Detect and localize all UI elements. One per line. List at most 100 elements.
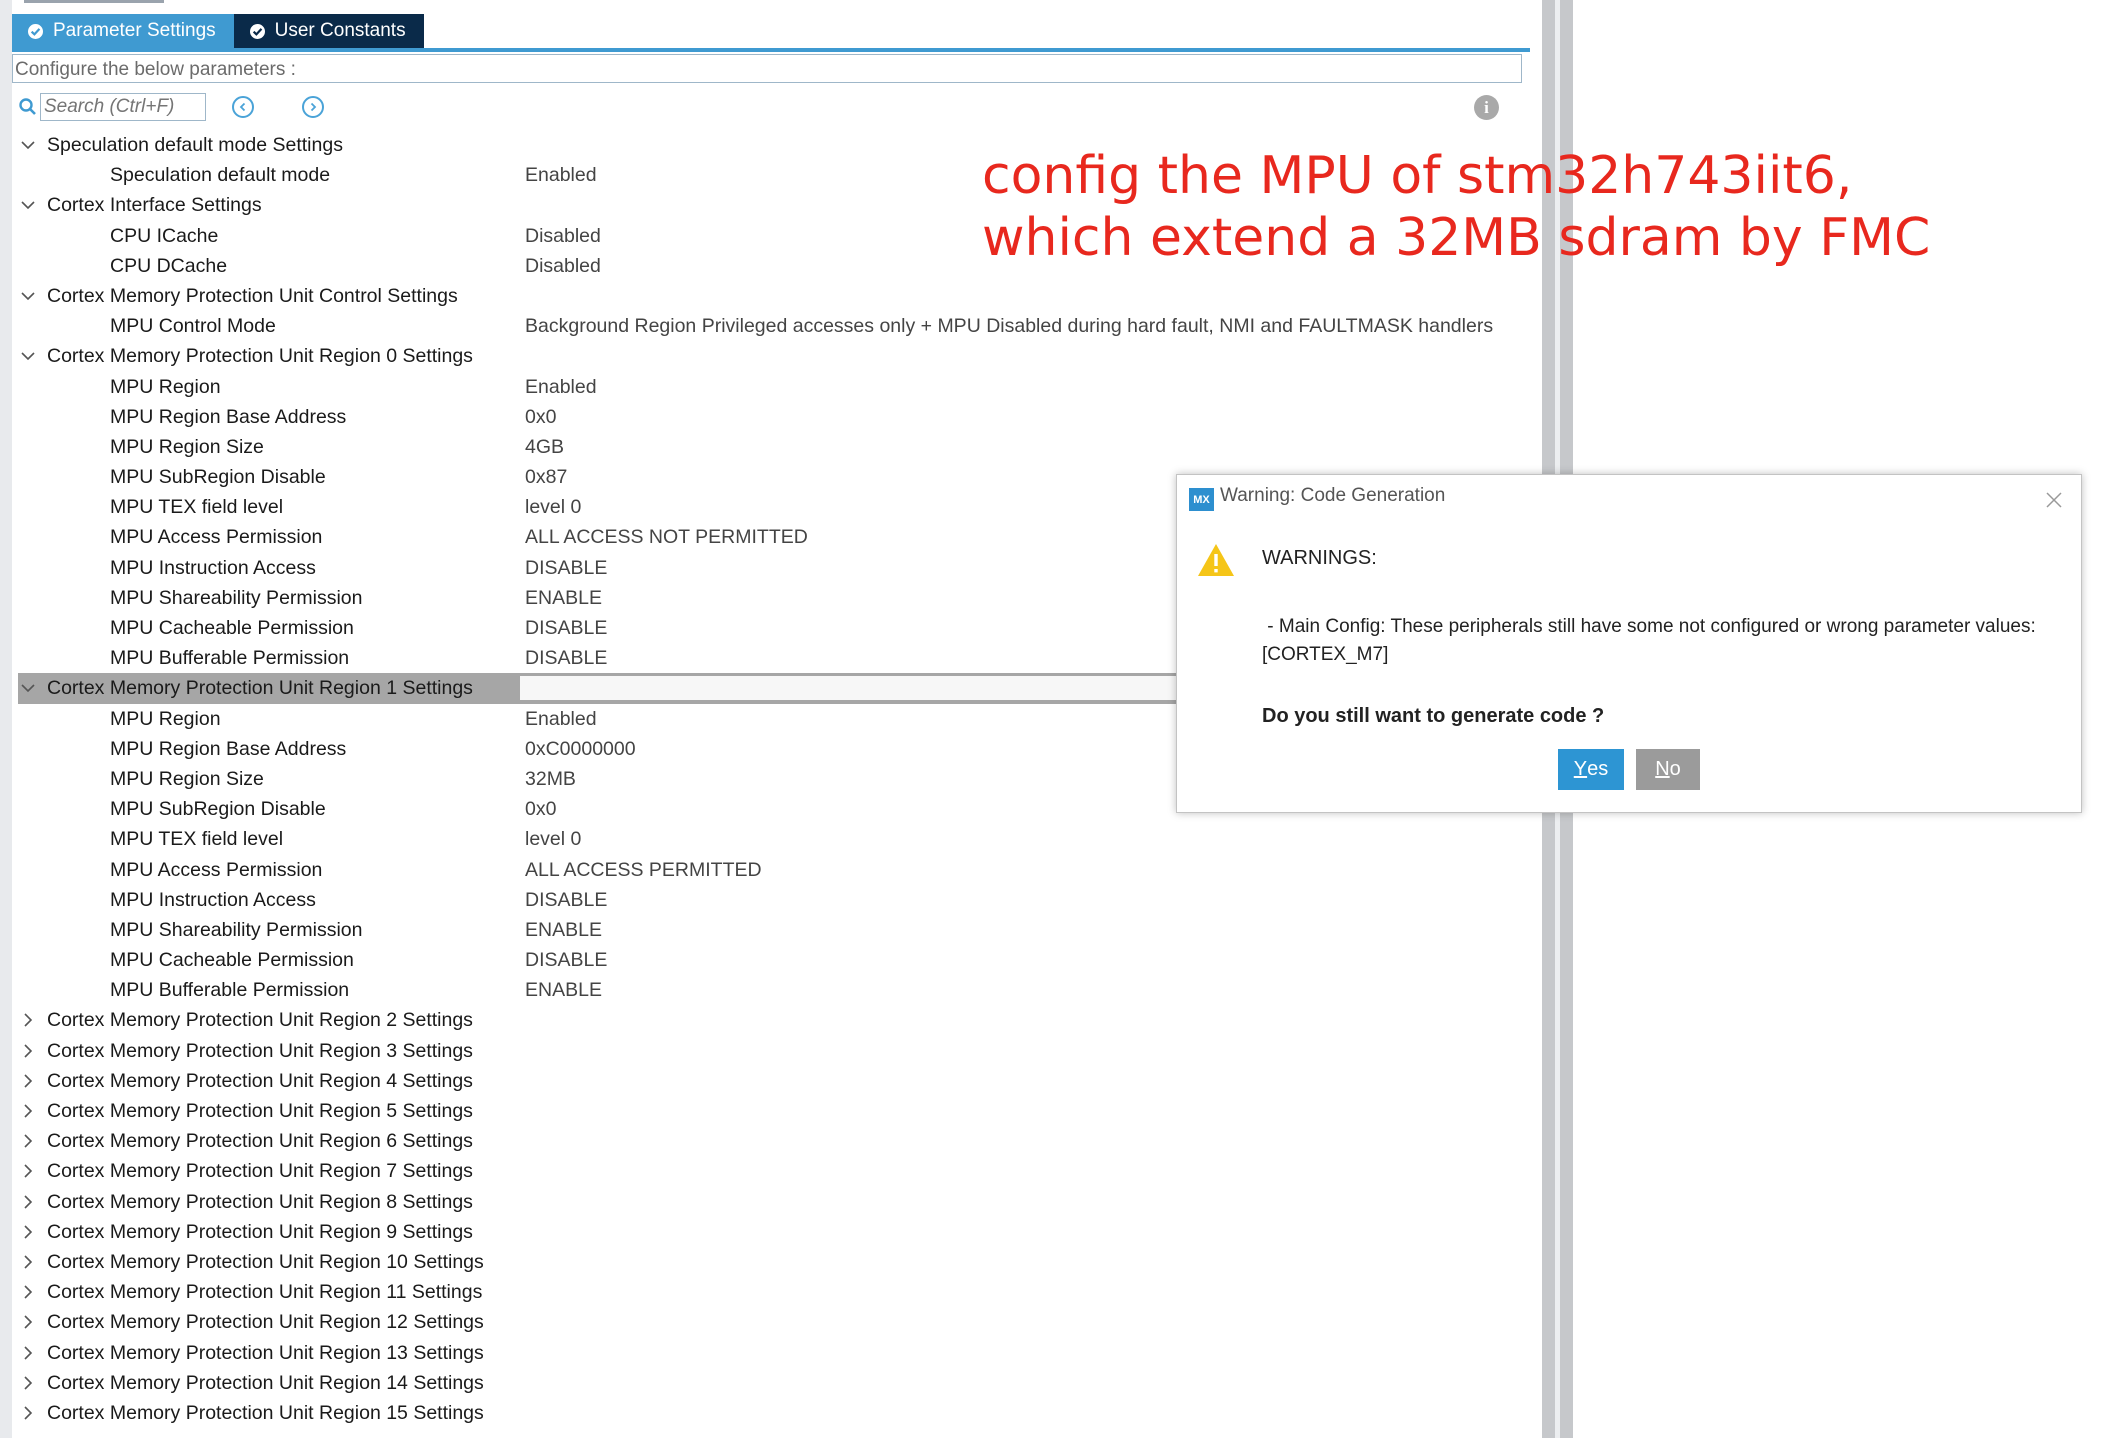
tree-group-mpu-region-11[interactable]: Cortex Memory Protection Unit Region 11 … bbox=[18, 1277, 1538, 1307]
chevron-right-icon[interactable] bbox=[20, 1194, 36, 1210]
tree-group-mpu-region-0[interactable]: Cortex Memory Protection Unit Region 0 S… bbox=[18, 341, 1538, 371]
tree-group-mpu-region-3[interactable]: Cortex Memory Protection Unit Region 3 S… bbox=[18, 1036, 1538, 1066]
param-value[interactable]: Disabled bbox=[525, 221, 601, 251]
chevron-right-icon[interactable] bbox=[20, 1224, 36, 1240]
chevron-down-icon[interactable] bbox=[20, 137, 36, 153]
param-value[interactable]: 4GB bbox=[525, 432, 564, 462]
tree-group-mpu-region-12[interactable]: Cortex Memory Protection Unit Region 12 … bbox=[18, 1307, 1538, 1337]
group-label: Cortex Memory Protection Unit Region 1 S… bbox=[47, 677, 473, 700]
param-label: MPU Instruction Access bbox=[110, 556, 316, 579]
tree-group-mpu-region-2[interactable]: Cortex Memory Protection Unit Region 2 S… bbox=[18, 1005, 1538, 1035]
chevron-right-icon[interactable] bbox=[20, 1163, 36, 1179]
param-row[interactable]: MPU Access Permission ALL ACCESS PERMITTE… bbox=[18, 855, 1538, 885]
group-label: Cortex Memory Protection Unit Region 7 S… bbox=[47, 1160, 473, 1183]
close-icon[interactable] bbox=[2044, 490, 2064, 510]
warning-icon bbox=[1197, 543, 1235, 577]
search-row bbox=[18, 92, 324, 122]
param-value[interactable]: Enabled bbox=[525, 704, 597, 734]
tree-group-mpu-region-10[interactable]: Cortex Memory Protection Unit Region 10 … bbox=[18, 1247, 1538, 1277]
tab-underline bbox=[12, 48, 1530, 52]
no-button[interactable]: No bbox=[1636, 749, 1700, 790]
chevron-right-icon[interactable] bbox=[20, 1345, 36, 1361]
param-value[interactable]: 0x0 bbox=[525, 402, 556, 432]
param-value[interactable]: level 0 bbox=[525, 492, 581, 522]
chevron-right-icon bbox=[310, 102, 317, 112]
tree-group-mpu-region-6[interactable]: Cortex Memory Protection Unit Region 6 S… bbox=[18, 1126, 1538, 1156]
chevron-right-icon[interactable] bbox=[20, 1012, 36, 1028]
chevron-right-icon[interactable] bbox=[20, 1103, 36, 1119]
chevron-down-icon[interactable] bbox=[20, 197, 36, 213]
param-row[interactable]: MPU Control Mode Background Region Privi… bbox=[18, 311, 1538, 341]
param-row[interactable]: MPU TEX field level level 0 bbox=[18, 824, 1538, 854]
param-value[interactable]: 0x0 bbox=[525, 794, 556, 824]
param-row[interactable]: MPU Shareability Permission ENABLE bbox=[18, 915, 1538, 945]
param-value[interactable]: 0xC0000000 bbox=[525, 734, 636, 764]
chevron-right-icon[interactable] bbox=[20, 1133, 36, 1149]
tree-group-mpu-region-8[interactable]: Cortex Memory Protection Unit Region 8 S… bbox=[18, 1187, 1538, 1217]
param-label: MPU Region Base Address bbox=[110, 405, 347, 428]
param-row[interactable]: MPU Instruction Access DISABLE bbox=[18, 885, 1538, 915]
chevron-right-icon[interactable] bbox=[20, 1314, 36, 1330]
param-row[interactable]: MPU Region Enabled bbox=[18, 372, 1538, 402]
param-value[interactable]: 0x87 bbox=[525, 462, 567, 492]
yes-button[interactable]: Yes bbox=[1558, 749, 1624, 790]
param-label: MPU Cacheable Permission bbox=[110, 949, 354, 972]
tree-group-mpu-control[interactable]: Cortex Memory Protection Unit Control Se… bbox=[18, 281, 1538, 311]
param-value[interactable]: ALL ACCESS NOT PERMITTED bbox=[525, 522, 808, 552]
tree-group-mpu-region-9[interactable]: Cortex Memory Protection Unit Region 9 S… bbox=[18, 1217, 1538, 1247]
chevron-right-icon[interactable] bbox=[20, 1254, 36, 1270]
annotation-line: which extend a 32MB sdram by FMC bbox=[982, 208, 1931, 268]
warning-message-line: [CORTEX_M7] bbox=[1262, 644, 1389, 665]
tab-user-constants[interactable]: User Constants bbox=[233, 14, 424, 48]
chevron-down-icon[interactable] bbox=[20, 348, 36, 364]
info-icon[interactable]: i bbox=[1474, 95, 1499, 120]
param-value[interactable]: ALL ACCESS PERMITTED bbox=[525, 855, 762, 885]
param-value[interactable]: DISABLE bbox=[525, 885, 607, 915]
chevron-down-icon[interactable] bbox=[20, 288, 36, 304]
previous-match-button[interactable] bbox=[232, 96, 254, 118]
param-row[interactable]: MPU Cacheable Permission DISABLE bbox=[18, 945, 1538, 975]
param-label: Speculation default mode bbox=[110, 164, 331, 187]
param-label: MPU Region bbox=[110, 375, 221, 398]
chevron-down-icon[interactable] bbox=[20, 680, 36, 696]
left-margin bbox=[0, 0, 12, 1438]
chevron-right-icon[interactable] bbox=[20, 1375, 36, 1391]
tree-group-mpu-region-14[interactable]: Cortex Memory Protection Unit Region 14 … bbox=[18, 1368, 1538, 1398]
param-value[interactable]: DISABLE bbox=[525, 613, 607, 643]
chevron-right-icon[interactable] bbox=[20, 1405, 36, 1421]
chevron-right-icon[interactable] bbox=[20, 1073, 36, 1089]
tab-label: User Constants bbox=[274, 20, 406, 41]
param-row[interactable]: MPU Region Size 4GB bbox=[18, 432, 1538, 462]
param-value[interactable]: DISABLE bbox=[525, 643, 607, 673]
chevron-right-icon[interactable] bbox=[20, 1284, 36, 1300]
tree-group-mpu-region-13[interactable]: Cortex Memory Protection Unit Region 13 … bbox=[18, 1338, 1538, 1368]
param-value[interactable]: DISABLE bbox=[525, 945, 607, 975]
param-value[interactable]: Disabled bbox=[525, 251, 601, 281]
search-input[interactable] bbox=[40, 93, 206, 121]
chevron-right-icon[interactable] bbox=[20, 1043, 36, 1059]
tree-group-mpu-region-4[interactable]: Cortex Memory Protection Unit Region 4 S… bbox=[18, 1066, 1538, 1096]
param-value[interactable]: Background Region Privileged accesses on… bbox=[525, 311, 1493, 341]
group-label: Cortex Memory Protection Unit Region 5 S… bbox=[47, 1100, 473, 1122]
param-row[interactable]: MPU Bufferable Permission ENABLE bbox=[18, 975, 1538, 1005]
next-match-button[interactable] bbox=[302, 96, 324, 118]
param-value[interactable]: Enabled bbox=[525, 372, 597, 402]
group-label: Cortex Interface Settings bbox=[47, 194, 262, 217]
param-value[interactable]: 32MB bbox=[525, 764, 576, 794]
param-label: MPU TEX field level bbox=[110, 828, 284, 851]
mnemonic: Y bbox=[1573, 758, 1588, 780]
tab-label: Parameter Settings bbox=[53, 20, 216, 41]
param-value[interactable]: DISABLE bbox=[525, 553, 607, 583]
tree-group-mpu-region-5[interactable]: Cortex Memory Protection Unit Region 5 S… bbox=[18, 1096, 1538, 1126]
tree-group-mpu-region-15[interactable]: Cortex Memory Protection Unit Region 15 … bbox=[18, 1398, 1538, 1428]
param-value[interactable]: level 0 bbox=[525, 824, 581, 854]
param-value[interactable]: ENABLE bbox=[525, 583, 602, 613]
param-label: MPU Region Size bbox=[110, 435, 264, 458]
param-value[interactable]: Enabled bbox=[525, 160, 597, 190]
param-value[interactable]: ENABLE bbox=[525, 915, 602, 945]
tab-parameter-settings[interactable]: Parameter Settings bbox=[12, 14, 234, 48]
tree-group-mpu-region-7[interactable]: Cortex Memory Protection Unit Region 7 S… bbox=[18, 1156, 1538, 1186]
group-label: Cortex Memory Protection Unit Region 0 S… bbox=[47, 345, 473, 368]
param-value[interactable]: ENABLE bbox=[525, 975, 602, 1005]
param-row[interactable]: MPU Region Base Address 0x0 bbox=[18, 402, 1538, 432]
